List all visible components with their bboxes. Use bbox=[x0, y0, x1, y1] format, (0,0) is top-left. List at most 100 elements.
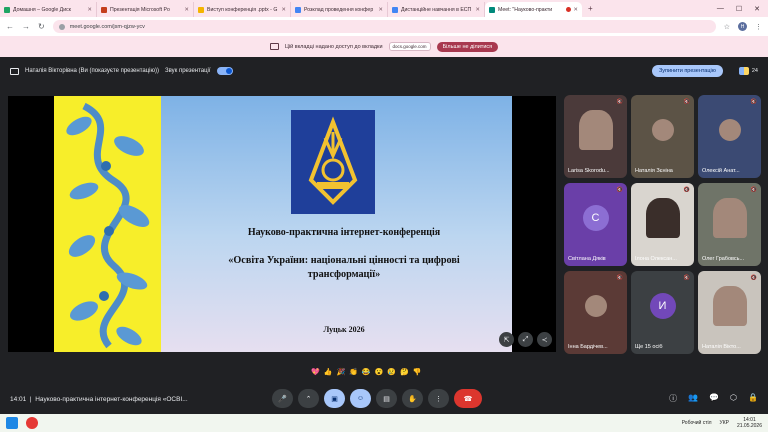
presenter-name: Наталія Вікторівна (Ви (показуєте презен… bbox=[25, 68, 159, 74]
browser-tab[interactable]: Виступ конференція .pptx - G ✕ bbox=[194, 2, 291, 17]
tab-title: Презентація Microsoft Po bbox=[110, 6, 170, 13]
participant-tile[interactable]: 🔇 Наталія Зєніна bbox=[631, 95, 694, 178]
browser-tab[interactable]: Дистанційне навчання в ЕСП ✕ bbox=[388, 2, 485, 17]
slide-subtitle: «Освіта України: національні цінності та… bbox=[228, 255, 460, 280]
activities-icon[interactable]: ⬡ bbox=[730, 393, 737, 404]
close-tab-icon[interactable]: ✕ bbox=[573, 7, 578, 13]
participant-tile[interactable]: 🔇 Олексій Анат... bbox=[698, 95, 761, 178]
camera-button[interactable]: ⌃ bbox=[298, 389, 319, 408]
presentation-sound-toggle[interactable] bbox=[216, 67, 233, 75]
start-icon[interactable] bbox=[6, 417, 18, 429]
participant-video bbox=[645, 197, 680, 238]
tab-favicon-icon bbox=[101, 6, 107, 13]
participant-name: Олексій Анат... bbox=[702, 168, 740, 174]
participant-video bbox=[712, 197, 747, 238]
close-tab-icon[interactable]: ✕ bbox=[184, 7, 189, 13]
meeting-info: 14:01 | Науково-практична інтернет-конфе… bbox=[10, 395, 188, 403]
participant-video bbox=[578, 109, 613, 150]
pin-icon[interactable]: ⇱ bbox=[499, 332, 514, 347]
muted-mic-icon: 🔇 bbox=[616, 99, 623, 105]
reaction-emoji[interactable]: 🤔 bbox=[400, 368, 409, 376]
reaction-emoji[interactable]: 👏 bbox=[349, 368, 358, 376]
leave-call-button[interactable]: ☎ bbox=[454, 389, 482, 408]
raise-hand-button[interactable]: ✋ bbox=[402, 389, 423, 408]
close-tab-icon[interactable]: ✕ bbox=[87, 7, 92, 13]
new-tab-button[interactable]: + bbox=[588, 4, 593, 13]
participant-name: Ще 15 осіб bbox=[635, 344, 663, 350]
reaction-emoji[interactable]: 😮 bbox=[375, 368, 384, 376]
share-banner: Цій вкладці надано доступ до вкладки doc… bbox=[0, 36, 768, 57]
bookmark-star-icon[interactable]: ☆ bbox=[724, 23, 730, 31]
captions-button[interactable]: ▤ bbox=[376, 389, 397, 408]
close-tab-icon[interactable]: ✕ bbox=[281, 7, 286, 13]
browser-tab[interactable]: Презентація Microsoft Po ✕ bbox=[97, 2, 194, 17]
meeting-controls: 🎤 ⌃ ▣ ☺ ▤ ✋ ⋮ ☎ bbox=[272, 389, 482, 408]
browser-tab[interactable]: Домашня – Google Диск ✕ bbox=[0, 2, 97, 17]
tab-title: Meet: "Науково-практи bbox=[498, 6, 553, 13]
reload-icon[interactable]: ↻ bbox=[38, 22, 45, 31]
participant-tile[interactable]: 🔇 Наталія Вікто... bbox=[698, 271, 761, 354]
url-field[interactable]: meet.google.com/jsm-qjzw-ycv bbox=[52, 20, 716, 33]
close-window-icon[interactable]: ✕ bbox=[754, 5, 760, 13]
language-indicator[interactable]: УКР bbox=[720, 420, 729, 426]
browser-tab[interactable]: Розклад проведення конфер ✕ bbox=[291, 2, 388, 17]
tab-title: Розклад проведення конфер bbox=[304, 6, 374, 13]
participant-tile[interactable]: И 🔇 Ще 15 осіб bbox=[631, 271, 694, 354]
os-taskbar: Робочий стіл УКР 14:01 21.05.2026 bbox=[0, 414, 768, 432]
reaction-emoji[interactable]: 💖 bbox=[311, 368, 320, 376]
muted-mic-icon: 🔇 bbox=[750, 187, 757, 193]
menu-kebab-icon[interactable]: ⋮ bbox=[755, 23, 762, 31]
presenter-bar: Наталія Вікторівна (Ви (показуєте презен… bbox=[0, 57, 768, 85]
stop-presenting-button[interactable]: Зупинити презентацію bbox=[651, 65, 723, 77]
reaction-emoji[interactable]: 😢 bbox=[387, 368, 396, 376]
participants-count-value: 24 bbox=[751, 68, 758, 74]
participant-tile[interactable]: 🔇 Ілона Олексан... bbox=[631, 183, 694, 266]
site-info-icon[interactable] bbox=[58, 23, 65, 30]
participant-name: Ілона Олексан... bbox=[635, 256, 677, 262]
host-controls-icon[interactable]: 🔒 bbox=[748, 393, 758, 404]
people-icon[interactable]: 👥 bbox=[688, 393, 698, 404]
muted-mic-icon: 🔇 bbox=[683, 99, 690, 105]
emoji-reactions-button[interactable]: ☺ bbox=[350, 389, 371, 408]
reaction-emoji[interactable]: 👍 bbox=[324, 368, 333, 376]
back-icon[interactable]: ← bbox=[6, 22, 14, 31]
tab-favicon-icon bbox=[198, 6, 204, 13]
more-options-button[interactable]: ⋮ bbox=[428, 389, 449, 408]
clock[interactable]: 14:01 21.05.2026 bbox=[737, 417, 762, 429]
conference-logo bbox=[291, 110, 375, 214]
participant-tile[interactable]: 🔇 Олег Грабовсь... bbox=[698, 183, 761, 266]
reaction-emoji[interactable]: 😂 bbox=[362, 368, 371, 376]
present-screen-button[interactable]: ▣ bbox=[324, 389, 345, 408]
participant-tile[interactable]: С 🔇 Світлана Дяків bbox=[564, 183, 627, 266]
stop-sharing-button[interactable]: Більше не ділитися bbox=[436, 41, 499, 52]
fullscreen-icon[interactable]: ⤢ bbox=[518, 332, 533, 347]
participant-video bbox=[718, 118, 741, 141]
slide: Науково-практична інтернет-конференція «… bbox=[54, 96, 512, 352]
muted-mic-icon: 🔇 bbox=[683, 275, 690, 281]
chrome-icon[interactable] bbox=[26, 417, 38, 429]
tab-title: Виступ конференція .pptx - G bbox=[207, 6, 278, 13]
profile-avatar[interactable]: H bbox=[738, 22, 747, 31]
reaction-emoji[interactable]: 👎 bbox=[413, 368, 422, 376]
tab-favicon-icon bbox=[4, 6, 10, 13]
tab-title: Дистанційне навчання в ЕСП bbox=[401, 6, 472, 13]
forward-icon[interactable]: → bbox=[22, 22, 30, 31]
reactions-bar: 💖 👍 🎉 👏 😂 😮 😢 🤔 👎 bbox=[311, 368, 421, 376]
info-icon[interactable]: ⓘ bbox=[669, 393, 677, 404]
close-tab-icon[interactable]: ✕ bbox=[475, 7, 480, 13]
participant-tile[interactable]: 🔇 Larisa Skorodu... bbox=[564, 95, 627, 178]
reaction-emoji[interactable]: 🎉 bbox=[336, 368, 345, 376]
microphone-button[interactable]: 🎤 bbox=[272, 389, 293, 408]
folk-ornament bbox=[54, 96, 161, 352]
browser-tab[interactable]: Meet: "Науково-практи ✕ bbox=[485, 2, 582, 17]
share-banner-text: Цій вкладці надано доступ до вкладки bbox=[284, 43, 383, 50]
share-link-icon[interactable]: ≺ bbox=[537, 332, 552, 347]
tab-favicon-icon bbox=[392, 6, 398, 13]
muted-mic-icon: 🔇 bbox=[750, 99, 757, 105]
minimize-icon[interactable]: — bbox=[717, 5, 724, 13]
participants-count[interactable]: 24 bbox=[738, 67, 758, 75]
maximize-icon[interactable]: ☐ bbox=[736, 5, 742, 13]
close-tab-icon[interactable]: ✕ bbox=[378, 7, 383, 13]
chat-icon[interactable]: 💬 bbox=[709, 393, 719, 404]
participant-tile[interactable]: 🔇 Інна Бардічев... bbox=[564, 271, 627, 354]
